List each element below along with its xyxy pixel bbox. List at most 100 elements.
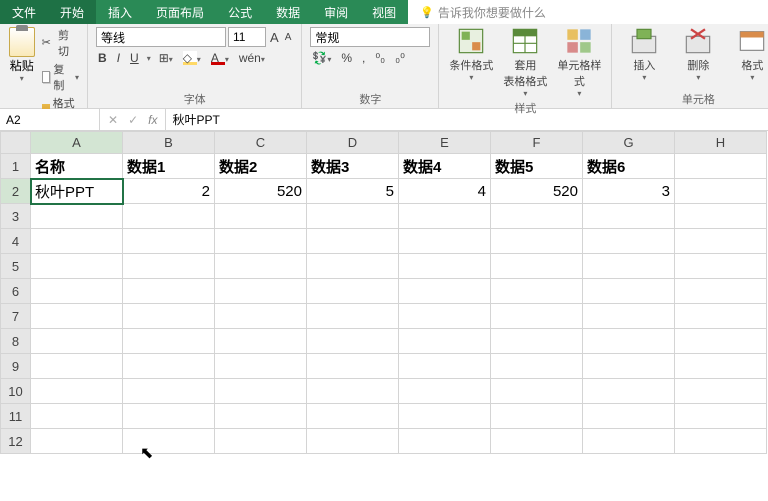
select-all-corner[interactable] xyxy=(1,132,31,154)
col-header-E[interactable]: E xyxy=(399,132,491,154)
tab-insert[interactable]: 插入 xyxy=(96,0,144,24)
cell-F2[interactable]: 520 xyxy=(491,179,583,204)
cell-E8[interactable] xyxy=(399,329,491,354)
cell-B11[interactable] xyxy=(123,404,215,429)
cell-F11[interactable] xyxy=(491,404,583,429)
font-name-select[interactable] xyxy=(96,27,226,47)
cell-F1[interactable]: 数据5 xyxy=(491,154,583,179)
cell-D4[interactable] xyxy=(307,229,399,254)
cell-D5[interactable] xyxy=(307,254,399,279)
cell-D10[interactable] xyxy=(307,379,399,404)
cell-B9[interactable] xyxy=(123,354,215,379)
col-header-H[interactable]: H xyxy=(675,132,767,154)
fill-color-button[interactable]: ◇▾ xyxy=(181,51,203,65)
phonetic-button[interactable]: wén▾ xyxy=(237,51,267,65)
insert-function-button[interactable]: fx xyxy=(148,113,157,127)
cell-H7[interactable] xyxy=(675,304,767,329)
cell-B10[interactable] xyxy=(123,379,215,404)
cell-H12[interactable] xyxy=(675,429,767,454)
tab-page-layout[interactable]: 页面布局 xyxy=(144,0,216,24)
paste-button[interactable]: 粘贴 ▾ xyxy=(8,27,36,83)
cell-E7[interactable] xyxy=(399,304,491,329)
cell-B6[interactable] xyxy=(123,279,215,304)
cell-D6[interactable] xyxy=(307,279,399,304)
cell-F7[interactable] xyxy=(491,304,583,329)
border-button[interactable]: ⊞▾ xyxy=(157,51,175,65)
col-header-D[interactable]: D xyxy=(307,132,399,154)
cell-E12[interactable] xyxy=(399,429,491,454)
cell-E6[interactable] xyxy=(399,279,491,304)
cell-E3[interactable] xyxy=(399,204,491,229)
tell-me-search[interactable]: 💡 告诉我你想要做什么 xyxy=(408,0,558,24)
tab-view[interactable]: 视图 xyxy=(360,0,408,24)
number-format-select[interactable] xyxy=(310,27,430,47)
cell-H2[interactable] xyxy=(675,179,767,204)
cut-button[interactable]: ✂ 剪切 xyxy=(42,27,79,59)
cell-H5[interactable] xyxy=(675,254,767,279)
cell-A5[interactable] xyxy=(31,254,123,279)
row-header-10[interactable]: 10 xyxy=(1,379,31,404)
cell-A1[interactable]: 名称 xyxy=(31,154,123,179)
cell-F6[interactable] xyxy=(491,279,583,304)
cell-D7[interactable] xyxy=(307,304,399,329)
col-header-G[interactable]: G xyxy=(583,132,675,154)
cell-F8[interactable] xyxy=(491,329,583,354)
cell-H10[interactable] xyxy=(675,379,767,404)
cell-G8[interactable] xyxy=(583,329,675,354)
row-header-11[interactable]: 11 xyxy=(1,404,31,429)
cell-E2[interactable]: 4 xyxy=(399,179,491,204)
cell-B12[interactable] xyxy=(123,429,215,454)
cell-D9[interactable] xyxy=(307,354,399,379)
cell-C8[interactable] xyxy=(215,329,307,354)
cell-A2[interactable]: 秋叶PPT xyxy=(31,179,123,204)
increase-decimal-button[interactable]: ⁰₀ xyxy=(373,51,387,65)
insert-cells-button[interactable]: 插入▾ xyxy=(620,27,668,82)
row-header-12[interactable]: 12 xyxy=(1,429,31,454)
col-header-A[interactable]: A xyxy=(31,132,123,154)
col-header-B[interactable]: B xyxy=(123,132,215,154)
cell-G4[interactable] xyxy=(583,229,675,254)
cell-G7[interactable] xyxy=(583,304,675,329)
cell-H4[interactable] xyxy=(675,229,767,254)
cell-A3[interactable] xyxy=(31,204,123,229)
table-format-button[interactable]: 套用 表格格式▾ xyxy=(501,27,549,98)
format-cells-button[interactable]: 格式▾ xyxy=(728,27,768,82)
cell-G3[interactable] xyxy=(583,204,675,229)
cell-D3[interactable] xyxy=(307,204,399,229)
cell-F4[interactable] xyxy=(491,229,583,254)
cell-C3[interactable] xyxy=(215,204,307,229)
cell-D12[interactable] xyxy=(307,429,399,454)
col-header-F[interactable]: F xyxy=(491,132,583,154)
cell-F3[interactable] xyxy=(491,204,583,229)
bold-button[interactable]: B xyxy=(96,51,109,65)
percent-button[interactable]: % xyxy=(339,51,354,65)
cell-G10[interactable] xyxy=(583,379,675,404)
cell-D11[interactable] xyxy=(307,404,399,429)
cell-B8[interactable] xyxy=(123,329,215,354)
row-header-3[interactable]: 3 xyxy=(1,204,31,229)
cell-A11[interactable] xyxy=(31,404,123,429)
decrease-font-button[interactable]: A xyxy=(283,32,294,43)
cell-D2[interactable]: 5 xyxy=(307,179,399,204)
cancel-formula-button[interactable]: ✕ xyxy=(108,113,118,127)
delete-cells-button[interactable]: 删除▾ xyxy=(674,27,722,82)
cell-F5[interactable] xyxy=(491,254,583,279)
cell-D8[interactable] xyxy=(307,329,399,354)
accounting-format-button[interactable]: 💱▾ xyxy=(310,51,333,65)
cell-E11[interactable] xyxy=(399,404,491,429)
row-header-1[interactable]: 1 xyxy=(1,154,31,179)
cell-A4[interactable] xyxy=(31,229,123,254)
cell-B2[interactable]: 2 xyxy=(123,179,215,204)
row-header-2[interactable]: 2 xyxy=(1,179,31,204)
cell-B1[interactable]: 数据1 xyxy=(123,154,215,179)
row-header-5[interactable]: 5 xyxy=(1,254,31,279)
cell-F12[interactable] xyxy=(491,429,583,454)
cell-C10[interactable] xyxy=(215,379,307,404)
cell-B5[interactable] xyxy=(123,254,215,279)
cell-C4[interactable] xyxy=(215,229,307,254)
cell-C9[interactable] xyxy=(215,354,307,379)
cell-H11[interactable] xyxy=(675,404,767,429)
cell-C1[interactable]: 数据2 xyxy=(215,154,307,179)
cell-styles-button[interactable]: 单元格样式▾ xyxy=(555,27,603,98)
cell-E4[interactable] xyxy=(399,229,491,254)
